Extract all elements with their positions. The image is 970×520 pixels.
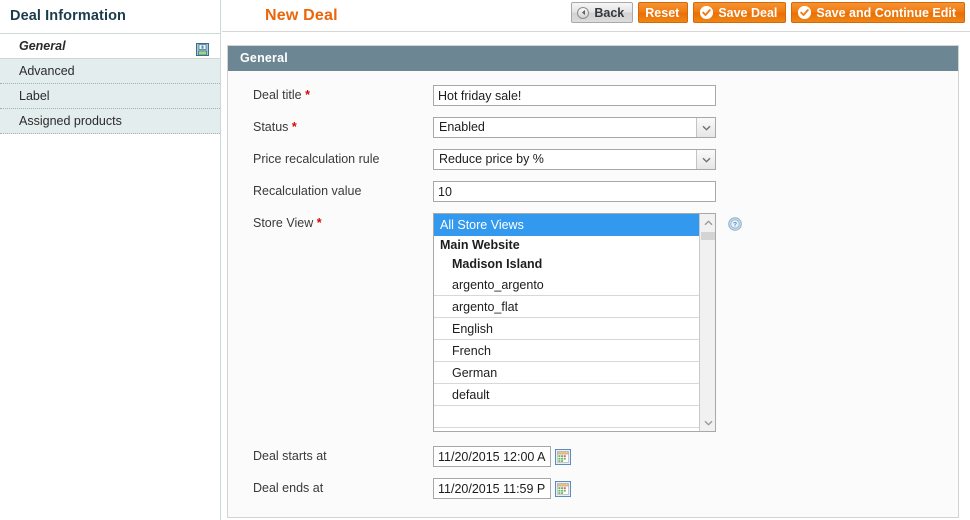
label-text: Recalculation value xyxy=(253,184,362,198)
required-marker: * xyxy=(305,88,310,102)
price-rule-label: Price recalculation rule xyxy=(228,149,433,166)
content-area: New Deal Back Reset Save Deal Save and C… xyxy=(222,0,970,520)
sidebar-item-label: Assigned products xyxy=(19,114,122,128)
reset-button-label: Reset xyxy=(645,5,680,20)
field-row-store-view: Store View * All Store Views Main Websit… xyxy=(228,213,958,432)
starts-at-label: Deal starts at xyxy=(228,446,433,463)
ends-at-label: Deal ends at xyxy=(228,478,433,495)
sidebar-item-label: General xyxy=(19,39,66,53)
chevron-down-icon[interactable] xyxy=(696,118,715,137)
starts-at-input[interactable] xyxy=(433,446,551,467)
sidebar-item-general[interactable]: General xyxy=(0,34,220,59)
panel-header: General xyxy=(228,46,958,71)
svg-text:?: ? xyxy=(733,222,737,229)
store-view-option[interactable]: All Store Views xyxy=(434,214,715,236)
chevron-down-icon[interactable] xyxy=(696,150,715,169)
store-view-control: All Store Views Main Website Madison Isl… xyxy=(433,213,742,432)
general-panel: General Deal title * Status * xyxy=(227,45,959,518)
store-view-option[interactable]: French xyxy=(434,340,715,362)
price-rule-select-value: Reduce price by % xyxy=(439,152,544,166)
ends-at-input[interactable] xyxy=(433,478,551,499)
back-button[interactable]: Back xyxy=(571,2,634,23)
save-deal-button[interactable]: Save Deal xyxy=(693,2,787,23)
recalc-value-control xyxy=(433,181,716,202)
multiselect-filler xyxy=(434,406,715,428)
page-title: New Deal xyxy=(265,7,338,24)
sidebar-item-advanced[interactable]: Advanced xyxy=(0,59,220,84)
status-control: Enabled xyxy=(433,117,716,138)
deal-title-input[interactable] xyxy=(433,85,716,106)
label-text: Deal title xyxy=(253,88,302,102)
help-icon[interactable]: ? xyxy=(728,217,742,231)
store-view-option[interactable]: German xyxy=(434,362,715,384)
save-and-continue-edit-button-label: Save and Continue Edit xyxy=(816,5,956,20)
multiselect-scrollbar[interactable] xyxy=(699,214,715,431)
scroll-up-icon[interactable] xyxy=(700,214,715,231)
store-view-option[interactable]: default xyxy=(434,384,715,406)
ends-at-control xyxy=(433,478,571,499)
deal-title-label: Deal title * xyxy=(228,85,433,102)
field-row-starts-at: Deal starts at xyxy=(228,446,958,467)
reset-button[interactable]: Reset xyxy=(638,2,689,23)
sidebar-item-label[interactable]: Label xyxy=(0,84,220,109)
label-text: Price recalculation rule xyxy=(253,152,380,166)
sidebar-item-label: Label xyxy=(19,89,50,103)
sidebar-item-label: Advanced xyxy=(19,64,75,78)
save-and-continue-edit-button[interactable]: Save and Continue Edit xyxy=(791,2,965,23)
price-rule-select[interactable]: Reduce price by % xyxy=(433,149,716,170)
store-view-subgroup: Madison Island xyxy=(452,257,543,271)
recalc-value-input[interactable] xyxy=(433,181,716,202)
status-label: Status * xyxy=(228,117,433,134)
sidebar-item-assigned-products[interactable]: Assigned products xyxy=(0,109,220,134)
label-text: Status xyxy=(253,120,289,134)
calendar-icon[interactable] xyxy=(555,448,571,465)
field-row-recalc-value: Recalculation value xyxy=(228,181,958,202)
check-icon xyxy=(700,6,714,19)
label-text: Deal ends at xyxy=(253,481,324,495)
store-view-option[interactable]: argento_argento xyxy=(434,274,715,296)
sidebar: Deal Information General Advanced Label … xyxy=(0,0,221,520)
store-view-label: Store View * xyxy=(228,213,433,230)
app-root: Deal Information General Advanced Label … xyxy=(0,0,970,520)
save-deal-button-label: Save Deal xyxy=(718,5,778,20)
calendar-icon[interactable] xyxy=(555,480,571,497)
save-icon[interactable] xyxy=(196,40,209,56)
required-marker: * xyxy=(316,216,322,230)
back-arrow-icon xyxy=(577,6,590,19)
panel-body: Deal title * Status * Enabled xyxy=(228,71,958,517)
deal-title-control xyxy=(433,85,716,106)
status-select[interactable]: Enabled xyxy=(433,117,716,138)
price-rule-control: Reduce price by % xyxy=(433,149,716,170)
store-view-option[interactable]: argento_flat xyxy=(434,296,715,318)
label-text: Store View xyxy=(253,216,314,230)
toolbar-buttons: Back Reset Save Deal Save and Continue E… xyxy=(571,2,965,23)
field-row-deal-title: Deal title * xyxy=(228,85,958,106)
scrollbar-thumb[interactable] xyxy=(701,232,715,240)
store-view-multiselect[interactable]: All Store Views Main Website Madison Isl… xyxy=(433,213,716,432)
recalc-value-label: Recalculation value xyxy=(228,181,433,198)
required-marker: * xyxy=(291,120,297,134)
check-icon xyxy=(798,6,812,19)
store-view-option[interactable]: English xyxy=(434,318,715,340)
page-header: New Deal Back Reset Save Deal Save and C… xyxy=(222,0,970,32)
field-row-ends-at: Deal ends at xyxy=(228,478,958,499)
sidebar-title: Deal Information xyxy=(0,0,220,34)
starts-at-control xyxy=(433,446,571,467)
scroll-down-icon[interactable] xyxy=(700,414,715,431)
back-button-label: Back xyxy=(594,5,625,20)
field-row-price-rule: Price recalculation rule Reduce price by… xyxy=(228,149,958,170)
field-row-status: Status * Enabled xyxy=(228,117,958,138)
label-text: Deal starts at xyxy=(253,449,327,463)
store-view-group: Main Website xyxy=(440,238,520,252)
status-select-value: Enabled xyxy=(439,120,485,134)
